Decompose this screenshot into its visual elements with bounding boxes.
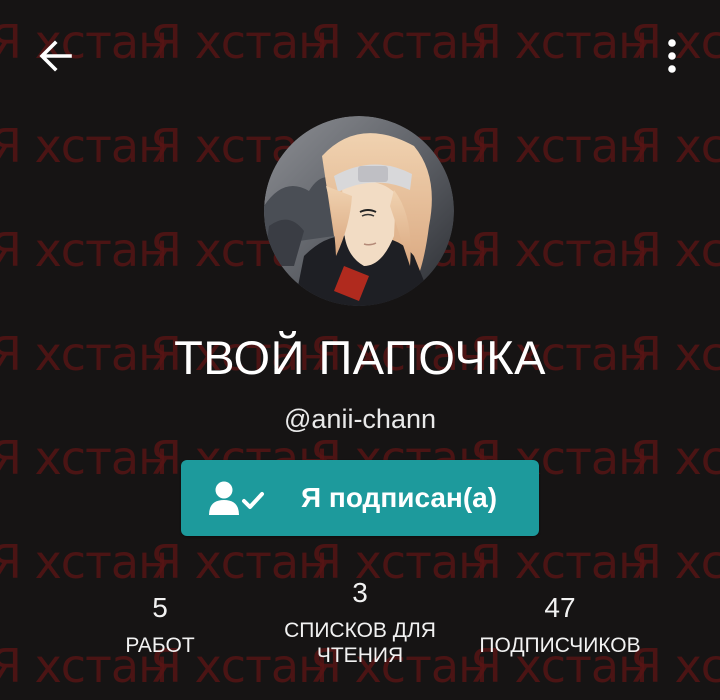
wallpaper-watermark: Я хстан — [630, 431, 720, 485]
avatar[interactable] — [264, 116, 454, 306]
wallpaper-watermark: Я хстан — [0, 119, 167, 173]
wallpaper-watermark: Я хстан — [0, 15, 167, 69]
wallpaper-watermark: Я хстан — [0, 431, 167, 485]
username: @anii-chann — [284, 404, 436, 434]
stat-reading-lists-value: 3 — [352, 577, 368, 608]
stat-works-value: 5 — [152, 592, 168, 623]
arrow-left-icon — [39, 40, 72, 72]
back-button[interactable] — [34, 34, 78, 78]
wallpaper-watermark: Я хстан — [470, 119, 647, 173]
stat-followers-label: ПОДПИСЧИКОВ — [479, 634, 641, 657]
wallpaper-watermark: Я хстан — [630, 119, 720, 173]
following-button[interactable]: Я подписан(а) — [181, 460, 539, 536]
stat-works[interactable]: 5 РАБОТ — [110, 593, 210, 658]
more-options-button[interactable] — [650, 32, 694, 80]
avatar-image — [264, 116, 454, 306]
stat-works-label: РАБОТ — [125, 634, 195, 657]
wallpaper-watermark: Я хстан — [630, 535, 720, 589]
stat-followers-value: 47 — [544, 592, 576, 623]
stat-followers[interactable]: 47 ПОДПИСЧИКОВ — [460, 593, 660, 658]
profile-screen: Я хстанЯ хстанЯ хстанЯ хстанЯ хстанЯ хст… — [0, 0, 720, 700]
stat-reading-lists[interactable]: 3 СПИСКОВ ДЛЯ ЧТЕНИЯ — [260, 578, 460, 668]
wallpaper-watermark: Я хстан — [470, 535, 647, 589]
wallpaper-watermark: Я хстан — [150, 15, 327, 69]
wallpaper-watermark: Я хстан — [470, 223, 647, 277]
display-name: ТВОЙ ПАПОЧКА — [174, 331, 546, 384]
wallpaper-watermark: Я хстан — [0, 223, 167, 277]
wallpaper-watermark: Я хстан — [630, 223, 720, 277]
wallpaper-watermark: Я хстан — [310, 15, 487, 69]
following-button-label: Я подписан(а) — [301, 482, 498, 513]
stat-reading-lists-label: СПИСКОВ ДЛЯ ЧТЕНИЯ — [284, 619, 436, 667]
wallpaper-watermark: Я хстан — [0, 535, 167, 589]
user-check-icon — [209, 481, 264, 515]
wallpaper-watermark: Я хстан — [470, 15, 647, 69]
more-vertical-icon — [668, 39, 676, 73]
